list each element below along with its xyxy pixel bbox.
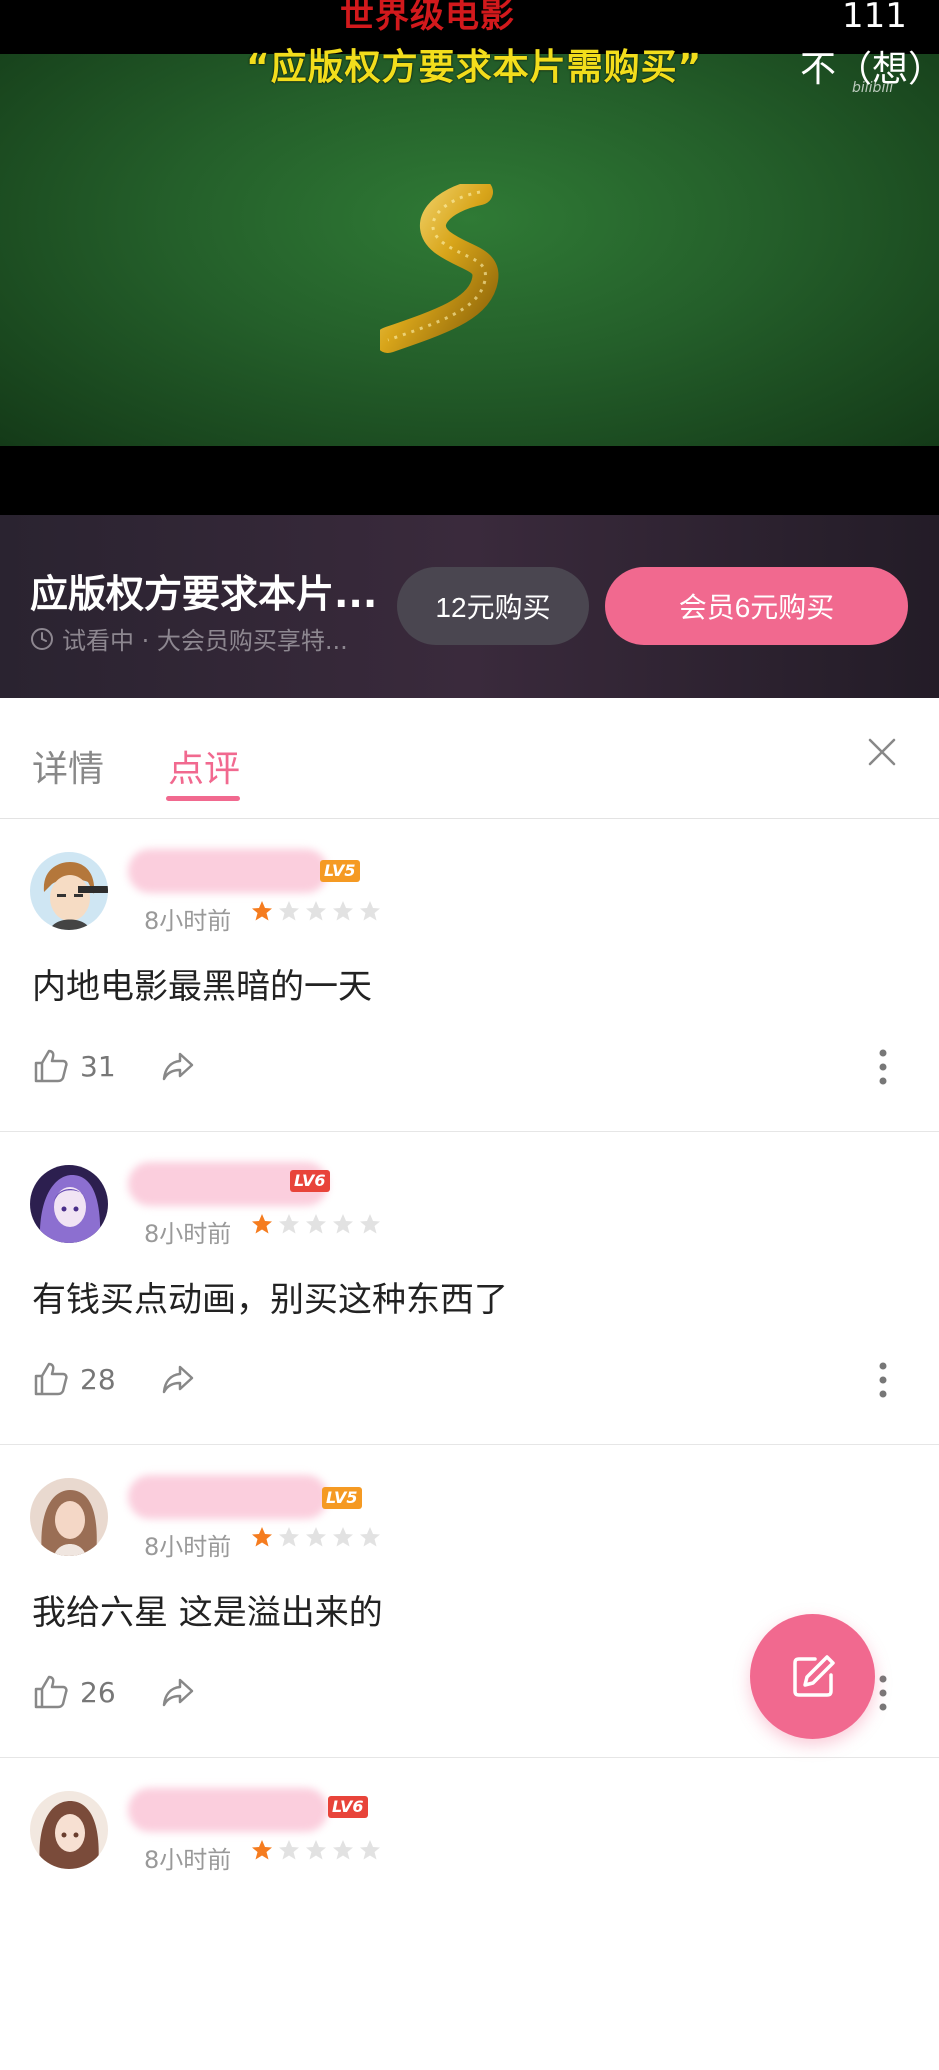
edit-icon xyxy=(792,1654,835,1697)
star-empty-icon xyxy=(279,901,299,921)
comment-actions: 28 xyxy=(32,1360,196,1398)
video-frame xyxy=(0,54,939,446)
more-options-icon[interactable] xyxy=(868,1360,898,1400)
clock-icon xyxy=(31,627,53,650)
buy-button[interactable]: 12元购买 xyxy=(397,567,589,645)
close-icon[interactable] xyxy=(866,736,898,768)
star-empty-icon xyxy=(306,1840,326,1860)
star-empty-icon xyxy=(333,1214,353,1234)
purchase-title: 应版权方要求本片... xyxy=(30,572,378,616)
star-filled-icon xyxy=(252,901,272,921)
film-ribbon-logo xyxy=(380,184,499,353)
video-subtitle-main: “应版权方要求本片需购买” xyxy=(246,47,703,88)
star-rating xyxy=(250,1525,382,1549)
comment-item: LV5 8小时前 内地电影最黑暗的一天 31 xyxy=(0,819,939,1132)
comment-text: 有钱买点动画，别买这种东西了 xyxy=(32,1280,508,1320)
star-empty-icon xyxy=(306,901,326,921)
tab-review[interactable]: 点评 xyxy=(168,740,240,792)
star-empty-icon xyxy=(279,1527,299,1547)
comment-actions: 26 xyxy=(32,1673,196,1711)
thumbs-up-icon[interactable] xyxy=(32,1673,70,1711)
star-empty-icon xyxy=(333,1527,353,1547)
username-blurred[interactable] xyxy=(128,849,328,893)
more-options-icon[interactable] xyxy=(868,1047,898,1087)
like-count: 28 xyxy=(80,1362,116,1396)
danmaku-count: 111 xyxy=(842,0,907,36)
star-rating xyxy=(250,1212,382,1236)
star-empty-icon xyxy=(306,1214,326,1234)
like-count: 31 xyxy=(80,1049,116,1083)
share-icon[interactable] xyxy=(160,1361,196,1397)
comment-text: 内地电影最黑暗的一天 xyxy=(32,967,372,1007)
avatar[interactable] xyxy=(30,1478,108,1556)
username-blurred[interactable] xyxy=(128,1475,328,1519)
vip-buy-button[interactable]: 会员6元购买 xyxy=(605,567,908,645)
tab-bar: 详情 点评 xyxy=(0,698,939,819)
thumbs-up-icon[interactable] xyxy=(32,1360,70,1398)
thumbs-up-icon[interactable] xyxy=(32,1047,70,1085)
star-empty-icon xyxy=(279,1214,299,1234)
like-count: 26 xyxy=(80,1675,116,1709)
level-badge: LV5 xyxy=(322,1487,362,1509)
level-badge: LV6 xyxy=(328,1796,368,1818)
video-subtitle-top: 世界级电影 xyxy=(340,0,515,36)
tab-detail[interactable]: 详情 xyxy=(32,740,104,792)
comment-text: 我给六星 这是溢出来的 xyxy=(32,1593,383,1633)
write-review-button[interactable] xyxy=(750,1614,875,1739)
star-rating xyxy=(250,899,382,923)
username-blurred[interactable] xyxy=(128,1788,328,1832)
comment-time: 8小时前 xyxy=(144,1220,232,1248)
tab-active-indicator xyxy=(166,796,240,801)
star-empty-icon xyxy=(360,1214,380,1234)
video-player[interactable]: 世界级电影 “应版权方要求本片需购买” 111 不（想） bilibili xyxy=(0,0,939,515)
purchase-subtitle: 试看中 · 大会员购买享特... xyxy=(62,627,348,655)
avatar[interactable] xyxy=(30,1791,108,1869)
share-icon[interactable] xyxy=(160,1674,196,1710)
star-rating xyxy=(250,1838,382,1862)
star-empty-icon xyxy=(333,901,353,921)
purchase-bar: 应版权方要求本片... 试看中 · 大会员购买享特... 12元购买 会员6元购… xyxy=(0,515,939,698)
comment-time: 8小时前 xyxy=(144,1846,232,1874)
comment-actions: 31 xyxy=(32,1047,196,1085)
star-filled-icon xyxy=(252,1527,272,1547)
level-badge: LV5 xyxy=(320,860,360,882)
star-empty-icon xyxy=(333,1840,353,1860)
star-filled-icon xyxy=(252,1214,272,1234)
comment-item: LV6 8小时前 有钱买点动画，别买这种东西了 28 xyxy=(0,1132,939,1445)
comment-time: 8小时前 xyxy=(144,907,232,935)
star-filled-icon xyxy=(252,1840,272,1860)
avatar[interactable] xyxy=(30,852,108,930)
comment-item: LV6 8小时前 xyxy=(0,1758,939,2070)
star-empty-icon xyxy=(360,1527,380,1547)
level-badge: LV6 xyxy=(290,1170,330,1192)
bilibili-watermark: bilibili xyxy=(852,80,894,96)
star-empty-icon xyxy=(360,901,380,921)
star-empty-icon xyxy=(360,1840,380,1860)
comment-time: 8小时前 xyxy=(144,1533,232,1561)
avatar[interactable] xyxy=(30,1165,108,1243)
purchase-subtitle-row: 试看中 · 大会员购买享特... xyxy=(30,621,348,656)
share-icon[interactable] xyxy=(160,1048,196,1084)
star-empty-icon xyxy=(279,1840,299,1860)
star-empty-icon xyxy=(306,1527,326,1547)
